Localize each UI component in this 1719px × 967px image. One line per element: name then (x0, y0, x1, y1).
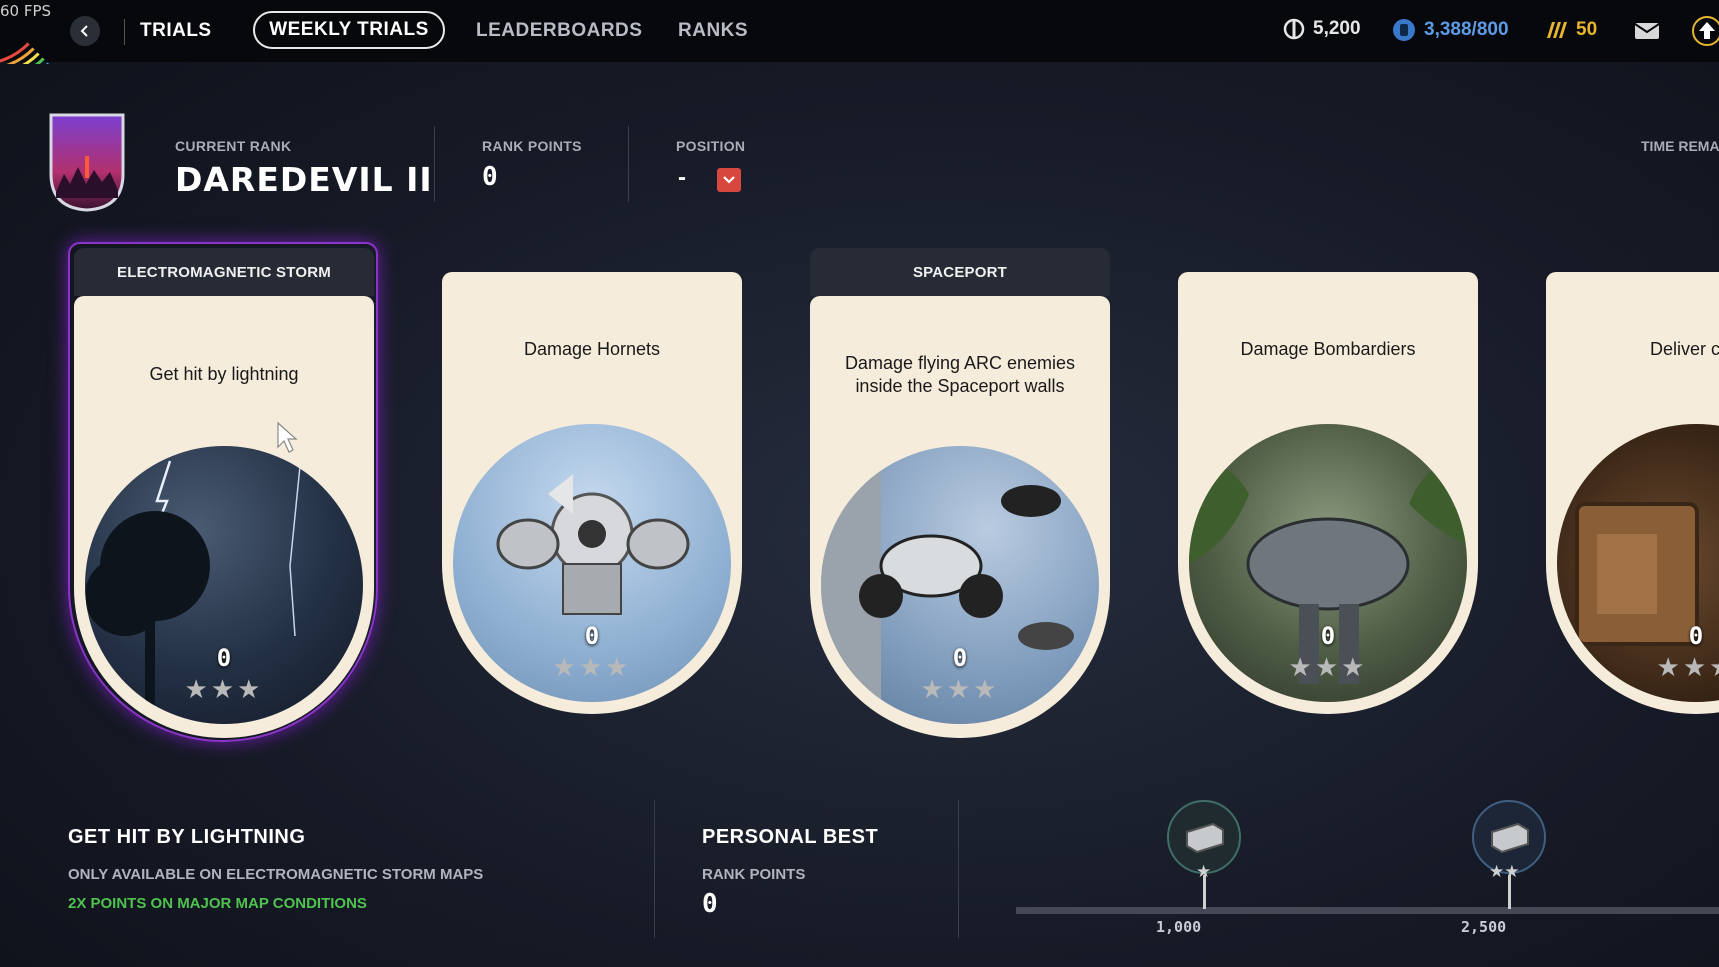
cargo-crate-image: 0 ★★★ (1557, 424, 1719, 702)
upgrade-arrow-icon[interactable] (1692, 16, 1719, 46)
personal-best-label: RANK POINTS (702, 866, 806, 883)
card-body: Damage Bombardiers 0 ★★★ (1178, 272, 1478, 714)
card-header: ELECTROMAGNETIC STORM (74, 248, 374, 296)
card-stars: ★★★ (1288, 652, 1368, 682)
objective-bonus: 2X POINTS ON MAJOR MAP CONDITIONS (68, 895, 367, 912)
details-divider-1 (654, 800, 655, 938)
card-task: Damage Bombardiers (1240, 339, 1416, 359)
current-rank-label: CURRENT RANK (175, 138, 292, 154)
mail-icon[interactable] (1634, 22, 1660, 40)
chevron-left-icon (80, 25, 88, 37)
card-task: Damage flying ARC enemies inside the Spa… (844, 353, 1076, 396)
bombardier-image: 0 ★★★ (1189, 424, 1467, 702)
progress-track (1016, 907, 1719, 914)
milestone-stars: ★ (1196, 862, 1212, 881)
tab-weekly-trials[interactable]: WEEKLY TRIALS (253, 11, 445, 49)
milestone-label: 1,000 (1156, 918, 1202, 936)
card-stars: ★★★ (920, 674, 1000, 704)
trial-card-deliver-cargo[interactable]: Deliver carr 0 ★★★ (1546, 272, 1719, 714)
arc-drones-image: 0 ★★★ (821, 446, 1099, 724)
card-score: 0 (1688, 622, 1704, 650)
tab-leaderboards[interactable]: LEADERBOARDS (476, 20, 642, 42)
card-body: Damage flying ARC enemies inside the Spa… (810, 296, 1110, 738)
tab-ranks[interactable]: RANKS (678, 20, 748, 42)
milestone-stars: ★★ (1489, 862, 1520, 881)
objective-title: GET HIT BY LIGHTNING (68, 826, 306, 848)
personal-best-value: 0 (702, 889, 718, 919)
nav-divider (124, 19, 125, 45)
card-body: Damage Hornets 0 ★★★ (442, 272, 742, 714)
nav-section-trials[interactable]: TRIALS (140, 20, 212, 42)
trial-card-spaceport[interactable]: SPACEPORT Damage flying ARC enemies insi… (810, 248, 1110, 738)
card-stars: ★★★ (184, 674, 264, 704)
card-score: 0 (216, 644, 232, 672)
rank-points-label: RANK POINTS (482, 138, 582, 154)
position-dropdown-button[interactable] (717, 168, 741, 192)
current-rank-name: DAREDEVIL II (175, 160, 433, 199)
objective-availability: ONLY AVAILABLE ON ELECTROMAGNETIC STORM … (68, 866, 484, 883)
time-remaining-label: TIME REMAI (1641, 138, 1719, 154)
rank-divider-2 (628, 126, 629, 202)
rank-badge-icon (49, 113, 125, 212)
hornet-drone-image: 0 ★★★ (453, 424, 731, 702)
card-stars: ★★★ (552, 652, 632, 682)
chevron-down-icon (723, 176, 735, 184)
card-stars: ★★★ (1656, 652, 1719, 682)
back-button[interactable] (70, 16, 100, 46)
details-divider-2 (958, 800, 959, 938)
card-body: Deliver carr 0 ★★★ (1546, 272, 1719, 714)
currency-credits: 50 (1544, 18, 1597, 42)
personal-best-title: PERSONAL BEST (702, 826, 879, 848)
top-bar: 60 FPS TRIALS WEEKLY TRIALS LEADERBOARDS… (0, 0, 1719, 64)
fps-counter: 60 FPS (0, 2, 52, 20)
trial-card-electromagnetic-storm[interactable]: ELECTROMAGNETIC STORM Get hit by lightni… (74, 248, 374, 738)
position-value: - (678, 164, 686, 191)
lightning-storm-image: 0 ★★★ (85, 446, 363, 724)
card-score: 0 (952, 644, 968, 672)
mouse-cursor-icon (277, 421, 298, 453)
card-score: 0 (1320, 622, 1336, 650)
position-label: POSITION (676, 138, 746, 154)
card-score: 0 (584, 622, 600, 650)
coin-value: 5,200 (1313, 18, 1361, 39)
raider-token-value: 3,388/800 (1424, 19, 1509, 40)
card-task: Deliver carr (1649, 339, 1719, 359)
credit-value: 50 (1576, 19, 1598, 40)
card-body: Get hit by lightning 0 ★★★ (74, 296, 374, 738)
credit-icon (1547, 22, 1567, 38)
card-task: Get hit by lightning (149, 364, 299, 384)
coin-icon (1283, 18, 1305, 40)
card-task: Damage Hornets (523, 339, 661, 359)
rank-points-value: 0 (482, 162, 498, 192)
trial-card-damage-hornets[interactable]: Damage Hornets 0 ★★★ (442, 272, 742, 714)
rank-divider-1 (434, 126, 435, 202)
trial-card-damage-bombardiers[interactable]: Damage Bombardiers 0 ★★★ (1178, 272, 1478, 714)
milestone-label: 2,500 (1461, 918, 1507, 936)
currency-coins: 5,200 (1283, 18, 1361, 40)
raider-token-icon (1393, 19, 1415, 41)
card-header: SPACEPORT (810, 248, 1110, 296)
currency-raider-tokens: 3,388/800 (1392, 18, 1509, 42)
